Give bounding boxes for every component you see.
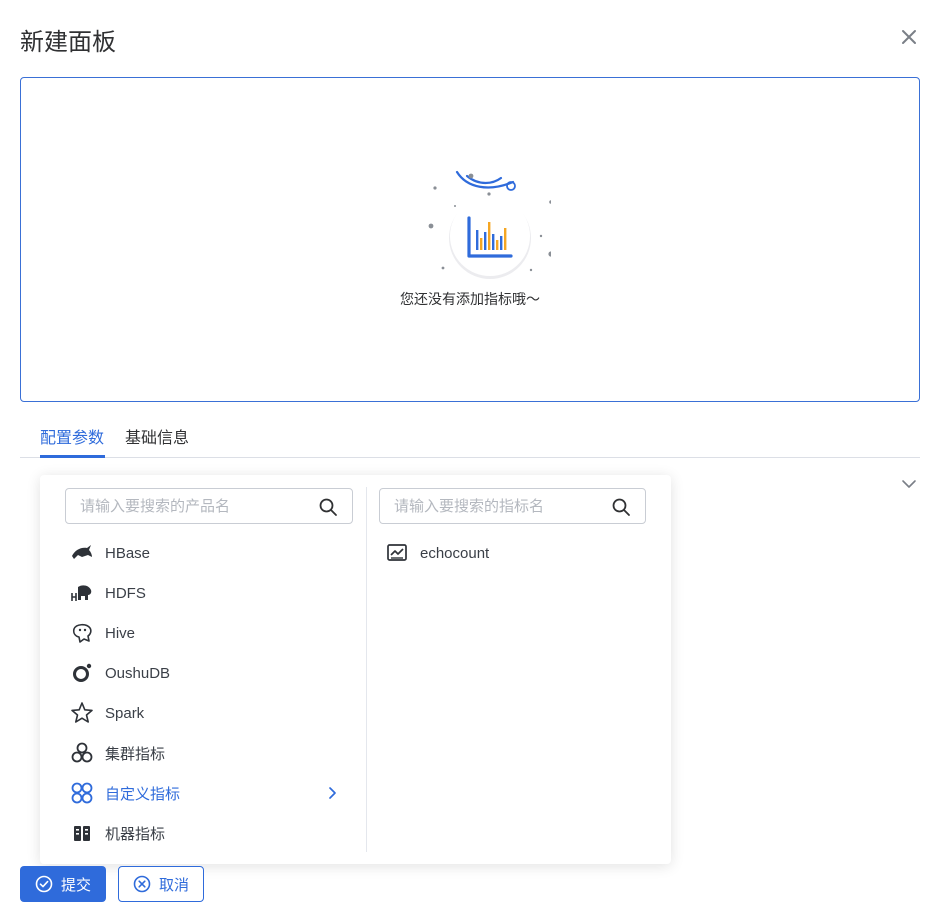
product-item-hive[interactable]: Hive	[70, 613, 360, 653]
product-item-label: HBase	[105, 544, 151, 562]
metric-search-box	[379, 488, 646, 524]
spark-star-icon	[70, 701, 94, 725]
submit-button[interactable]: 提交	[20, 866, 106, 902]
submit-button-label: 提交	[60, 876, 91, 894]
server-rack-icon	[70, 821, 94, 845]
product-item-cluster-metrics[interactable]: 集群指标	[70, 733, 360, 773]
config-tabs: 配置参数 基础信息	[20, 420, 920, 458]
product-item-label: Hive	[105, 624, 136, 642]
product-item-label: HDFS	[105, 584, 146, 602]
metric-cascader-dropdown: HBase HDFS Hive OushuDB Spark 集群指标	[40, 475, 671, 864]
product-item-hdfs[interactable]: HDFS	[70, 573, 360, 613]
product-item-hbase[interactable]: HBase	[70, 533, 360, 573]
close-circle-icon	[133, 875, 151, 893]
dialog-title: 新建面板	[20, 29, 116, 56]
product-item-label: Spark	[105, 704, 145, 722]
tab-config-params[interactable]: 配置参数	[40, 424, 104, 448]
chevron-down-icon[interactable]	[900, 475, 918, 493]
metric-item-echocount[interactable]: echocount	[385, 533, 645, 573]
cancel-button-label: 取消	[158, 876, 189, 894]
cancel-button[interactable]: 取消	[118, 866, 204, 902]
bar-chart-icon	[428, 170, 551, 279]
product-item-machine-metrics[interactable]: 机器指标	[70, 813, 360, 853]
product-item-label: 集群指标	[105, 745, 166, 763]
product-item-label: 机器指标	[105, 825, 166, 843]
panel-preview: 您还没有添加指标哦～	[20, 77, 920, 402]
metric-search-input[interactable]	[380, 489, 645, 523]
metric-item-label: echocount	[420, 544, 490, 562]
tab-basic-info[interactable]: 基础信息	[125, 424, 189, 448]
custom-cloverleaf-icon	[70, 781, 94, 805]
product-search-input[interactable]	[66, 489, 352, 523]
hdfs-elephant-icon	[70, 581, 94, 605]
line-chart-icon	[385, 541, 409, 565]
search-icon[interactable]	[318, 497, 338, 517]
product-item-custom-metrics[interactable]: 自定义指标	[70, 773, 360, 813]
column-divider	[366, 487, 367, 852]
oushudb-ring-icon	[70, 661, 94, 685]
check-circle-icon	[35, 875, 53, 893]
chevron-right-icon	[329, 787, 336, 799]
product-item-spark[interactable]: Spark	[70, 693, 360, 733]
product-item-label: 自定义指标	[105, 785, 181, 803]
close-icon[interactable]	[897, 25, 921, 49]
hbase-orca-icon	[70, 541, 94, 565]
product-search-box	[65, 488, 353, 524]
tab-active-indicator	[40, 455, 105, 458]
cluster-circles-icon	[70, 741, 94, 765]
product-item-oushudb[interactable]: OushuDB	[70, 653, 360, 693]
hive-bee-icon	[70, 621, 94, 645]
search-icon[interactable]	[611, 497, 631, 517]
empty-state-text: 您还没有添加指标哦～	[400, 291, 540, 307]
product-item-label: OushuDB	[105, 664, 171, 682]
